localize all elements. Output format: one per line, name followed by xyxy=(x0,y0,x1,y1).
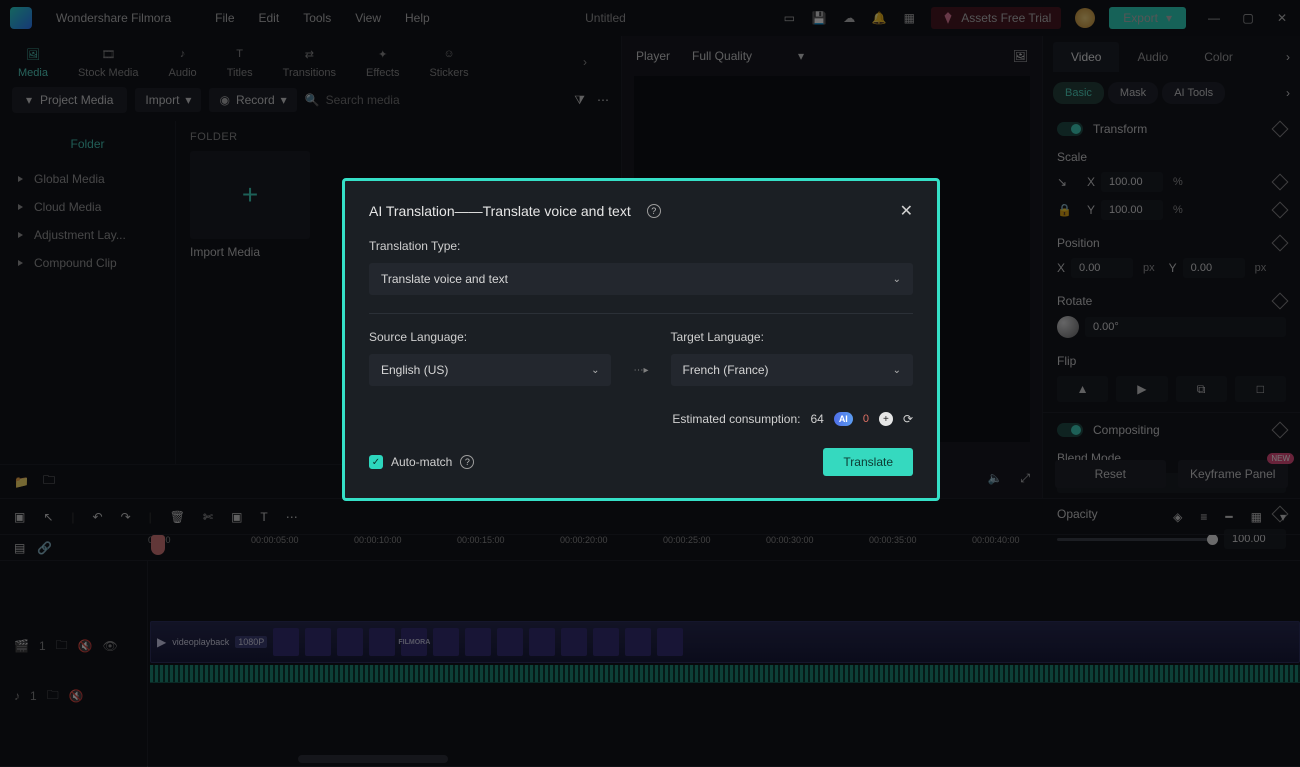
chevron-down-icon: ⌄ xyxy=(893,365,901,376)
consumption-label: Estimated consumption: xyxy=(672,412,800,426)
credits-value: 0 xyxy=(863,413,869,425)
automatch-checkbox[interactable]: ✓ xyxy=(369,455,383,469)
chevron-down-icon: ⌄ xyxy=(893,274,901,285)
chevron-down-icon: ⌄ xyxy=(591,365,599,376)
translation-type-select[interactable]: Translate voice and text⌄ xyxy=(369,263,913,295)
help-icon[interactable]: ? xyxy=(647,204,661,218)
translate-button[interactable]: Translate xyxy=(823,448,913,476)
target-language-label: Target Language: xyxy=(671,330,913,344)
source-language-select[interactable]: English (US)⌄ xyxy=(369,354,611,386)
modal-title: AI Translation——Translate voice and text xyxy=(369,203,631,219)
close-icon[interactable]: ✕ xyxy=(900,201,913,221)
consumption-value: 64 xyxy=(810,412,823,426)
help-icon[interactable]: ? xyxy=(460,455,474,469)
arrow-right-icon: ⋯▸ xyxy=(633,365,648,386)
ai-translation-modal: AI Translation——Translate voice and text… xyxy=(342,178,940,501)
target-language-select[interactable]: French (France)⌄ xyxy=(671,354,913,386)
translation-type-label: Translation Type: xyxy=(369,239,913,253)
add-credits-button[interactable]: + xyxy=(879,412,893,426)
automatch-label: Auto-match xyxy=(391,455,452,469)
ai-badge-icon: AI xyxy=(834,412,853,426)
refresh-icon[interactable]: ⟳ xyxy=(903,412,913,426)
source-language-label: Source Language: xyxy=(369,330,611,344)
